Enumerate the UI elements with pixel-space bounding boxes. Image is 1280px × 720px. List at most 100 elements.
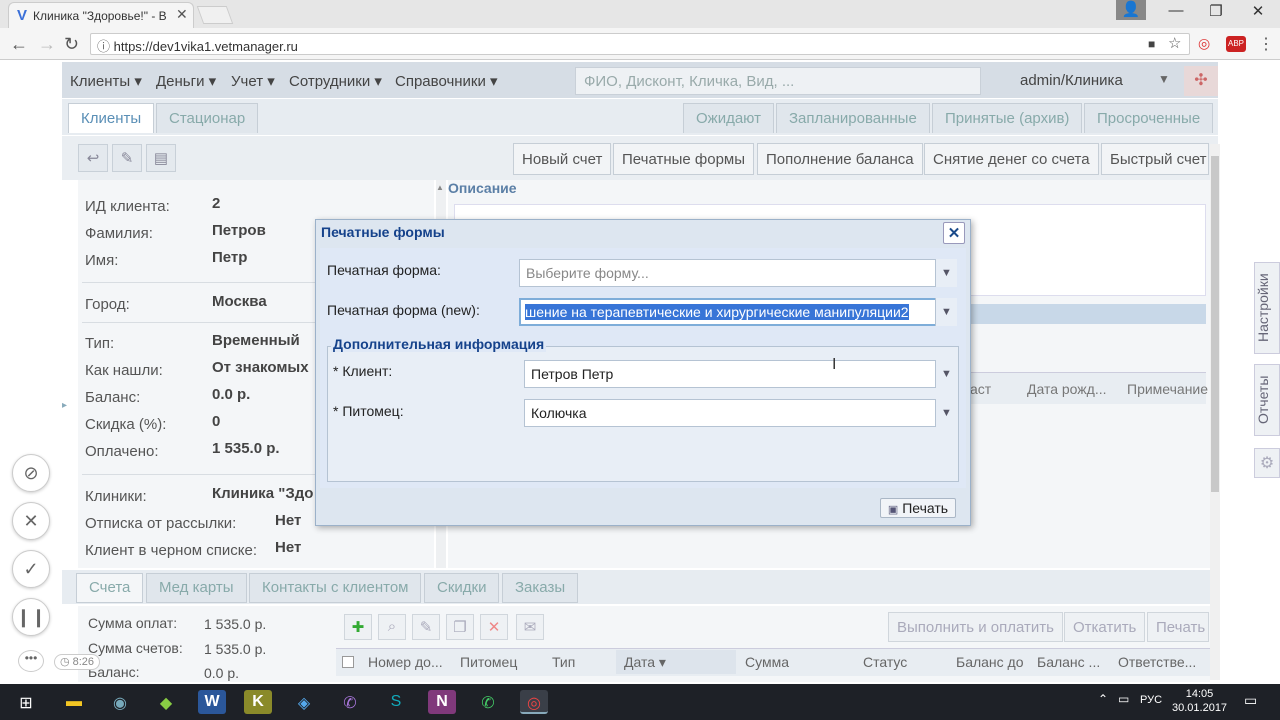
grid-header-cell[interactable]: аст bbox=[970, 381, 991, 397]
edit-pencil-icon[interactable]: ✎ bbox=[112, 144, 142, 172]
grid-header-cell[interactable]: Сумма bbox=[745, 654, 789, 670]
tab-contacts[interactable]: Контакты с клиентом bbox=[249, 573, 422, 603]
side-tab-settings[interactable]: Настройки bbox=[1254, 262, 1280, 354]
k-app-icon[interactable]: K bbox=[244, 690, 272, 714]
pause-icon[interactable]: ❙❙ bbox=[12, 598, 50, 636]
menu-staff[interactable]: Сотрудники ▾ bbox=[289, 72, 382, 90]
withdraw-button[interactable]: Снятие денег со счета bbox=[924, 143, 1099, 175]
close-window-button[interactable]: ✕ bbox=[1240, 2, 1276, 24]
menu-clients[interactable]: Клиенты ▾ bbox=[70, 72, 142, 90]
url-input[interactable]: ⓘ https://dev1vika1.vetmanager.ru bbox=[90, 33, 1190, 55]
maps-app-icon[interactable]: ◈ bbox=[290, 690, 318, 714]
tab-med-cards[interactable]: Мед карты bbox=[146, 573, 247, 603]
input-language[interactable]: РУС bbox=[1140, 694, 1162, 706]
menu-money[interactable]: Деньги ▾ bbox=[156, 72, 216, 90]
chrome-menu-icon[interactable]: ⋮ bbox=[1258, 34, 1274, 54]
minimize-button[interactable]: — bbox=[1158, 2, 1194, 24]
bookmark-star-icon[interactable]: ☆ bbox=[1168, 34, 1181, 52]
minecraft-icon[interactable]: ◆ bbox=[152, 690, 180, 714]
client-select[interactable]: Петров Петр bbox=[524, 360, 957, 388]
grid-header-cell[interactable]: Статус bbox=[863, 654, 907, 670]
viber-icon[interactable]: ✆ bbox=[336, 690, 364, 714]
close-icon[interactable]: ✕ bbox=[12, 502, 50, 540]
tab-accepted-archive[interactable]: Принятые (архив) bbox=[932, 103, 1083, 133]
grid-header-cell[interactable]: Номер до... bbox=[368, 654, 443, 670]
browser-tab[interactable]: V Клиника "Здоровье!" - В bbox=[8, 2, 194, 28]
top-up-balance-button[interactable]: Пополнение баланса bbox=[757, 143, 923, 175]
grid-header-cell[interactable]: Баланс ... bbox=[1037, 654, 1100, 670]
windows-start-icon[interactable]: ⊞ bbox=[12, 690, 40, 714]
tab-overdue[interactable]: Просроченные bbox=[1084, 103, 1214, 133]
reload-icon[interactable]: ↻ bbox=[64, 34, 79, 55]
collapse-up-icon[interactable]: ▲ bbox=[436, 183, 444, 192]
word-icon[interactable]: W bbox=[198, 690, 226, 714]
skype-icon[interactable]: S bbox=[382, 690, 410, 714]
grid-header-cell[interactable]: Примечание bbox=[1127, 381, 1208, 397]
copy-icon[interactable]: ❐ bbox=[446, 614, 474, 640]
edit-icon[interactable]: ✎ bbox=[412, 614, 440, 640]
forward-icon[interactable]: → bbox=[38, 34, 56, 55]
pet-select[interactable]: Колючка bbox=[524, 399, 957, 427]
tab-waiting[interactable]: Ожидают bbox=[683, 103, 774, 133]
dialog-close-button[interactable]: ✕ bbox=[943, 222, 965, 244]
grid-header-date-sorted[interactable]: Дата ▾ bbox=[616, 650, 736, 674]
global-search-input[interactable]: ФИО, Дисконт, Кличка, Вид, ... bbox=[575, 67, 981, 95]
tab-planned[interactable]: Запланированные bbox=[776, 103, 930, 133]
onenote-icon[interactable]: N bbox=[428, 690, 456, 714]
page-scrollbar-thumb[interactable] bbox=[1211, 156, 1219, 492]
print-invoice-button[interactable]: Печать bbox=[1147, 612, 1209, 642]
page-info-icon[interactable]: ⓘ bbox=[97, 39, 114, 54]
rollback-button[interactable]: Откатить bbox=[1064, 612, 1146, 642]
new-tab-button[interactable] bbox=[196, 6, 234, 24]
side-gear-icon[interactable]: ⚙ bbox=[1254, 448, 1280, 478]
chevron-down-icon[interactable]: ▼ bbox=[935, 360, 957, 388]
help-lifebuoy-icon[interactable]: ✣ bbox=[1184, 66, 1218, 96]
profile-icon[interactable]: 👤 bbox=[1116, 0, 1146, 20]
tab-clients[interactable]: Клиенты bbox=[68, 103, 155, 133]
execute-and-pay-button[interactable]: Выполнить и оплатить bbox=[888, 612, 1063, 642]
file-explorer-icon[interactable]: ▬ bbox=[60, 690, 88, 714]
grid-header-cell[interactable]: Питомец bbox=[460, 654, 517, 670]
delete-icon[interactable]: ✕ bbox=[480, 614, 508, 640]
print-button[interactable]: ▣ Печать bbox=[880, 498, 956, 518]
chevron-down-icon[interactable]: ▼ bbox=[935, 298, 957, 326]
grid-header-cell[interactable]: Ответстве... bbox=[1118, 654, 1196, 670]
more-options-icon[interactable]: ••• bbox=[18, 650, 44, 672]
close-tab-icon[interactable]: ✕ bbox=[176, 6, 188, 23]
add-icon[interactable]: ✚ bbox=[344, 614, 372, 640]
user-menu[interactable]: admin/Клиника bbox=[1020, 72, 1123, 89]
back-icon[interactable]: ← bbox=[10, 34, 28, 55]
network-icon[interactable]: ▭ bbox=[1118, 692, 1129, 706]
tab-discounts[interactable]: Скидки bbox=[424, 573, 500, 603]
print-forms-button[interactable]: Печатные формы bbox=[613, 143, 755, 175]
card-icon[interactable]: ▤ bbox=[146, 144, 176, 172]
select-all-checkbox[interactable] bbox=[342, 656, 354, 668]
camera-icon[interactable]: ■ bbox=[1148, 37, 1155, 51]
chevron-down-icon[interactable]: ▼ bbox=[935, 399, 957, 427]
system-clock[interactable]: 14:05 30.01.2017 bbox=[1172, 687, 1227, 715]
chrome-icon[interactable]: ◎ bbox=[520, 690, 548, 714]
chevron-down-icon[interactable]: ▼ bbox=[935, 259, 957, 287]
notifications-icon[interactable]: ▭ bbox=[1244, 692, 1257, 709]
mail-icon[interactable]: ✉ bbox=[516, 614, 544, 640]
quick-invoice-button[interactable]: Быстрый счет bbox=[1101, 143, 1209, 175]
print-form-new-select[interactable]: шение на терапевтические и хирургические… bbox=[519, 298, 957, 326]
back-arrow-icon[interactable]: ↩ bbox=[78, 144, 108, 172]
user-chevron-down-icon[interactable]: ▼ bbox=[1158, 72, 1170, 86]
settings-app-icon[interactable]: ◉ bbox=[106, 690, 134, 714]
menu-directories[interactable]: Справочники ▾ bbox=[395, 72, 498, 90]
checkmark-icon[interactable]: ✓ bbox=[12, 550, 50, 588]
camera-off-icon[interactable]: ⊘ bbox=[12, 454, 50, 492]
adblock-icon[interactable]: ABP bbox=[1226, 36, 1246, 52]
new-invoice-button[interactable]: Новый счет bbox=[513, 143, 612, 175]
whatsapp-icon[interactable]: ✆ bbox=[474, 690, 502, 714]
print-form-select[interactable]: Выберите форму... bbox=[519, 259, 957, 287]
tab-invoices[interactable]: Счета bbox=[76, 573, 144, 603]
grid-header-cell[interactable]: Тип bbox=[552, 654, 575, 670]
tab-hospital[interactable]: Стационар bbox=[156, 103, 259, 133]
maximize-button[interactable]: ❐ bbox=[1198, 2, 1234, 24]
grid-header-cell[interactable]: Баланс до bbox=[956, 654, 1024, 670]
grid-header-cell[interactable]: Дата рожд... bbox=[1027, 381, 1107, 397]
tab-orders[interactable]: Заказы bbox=[502, 573, 579, 603]
extension-icon[interactable]: ◎ bbox=[1198, 35, 1210, 52]
